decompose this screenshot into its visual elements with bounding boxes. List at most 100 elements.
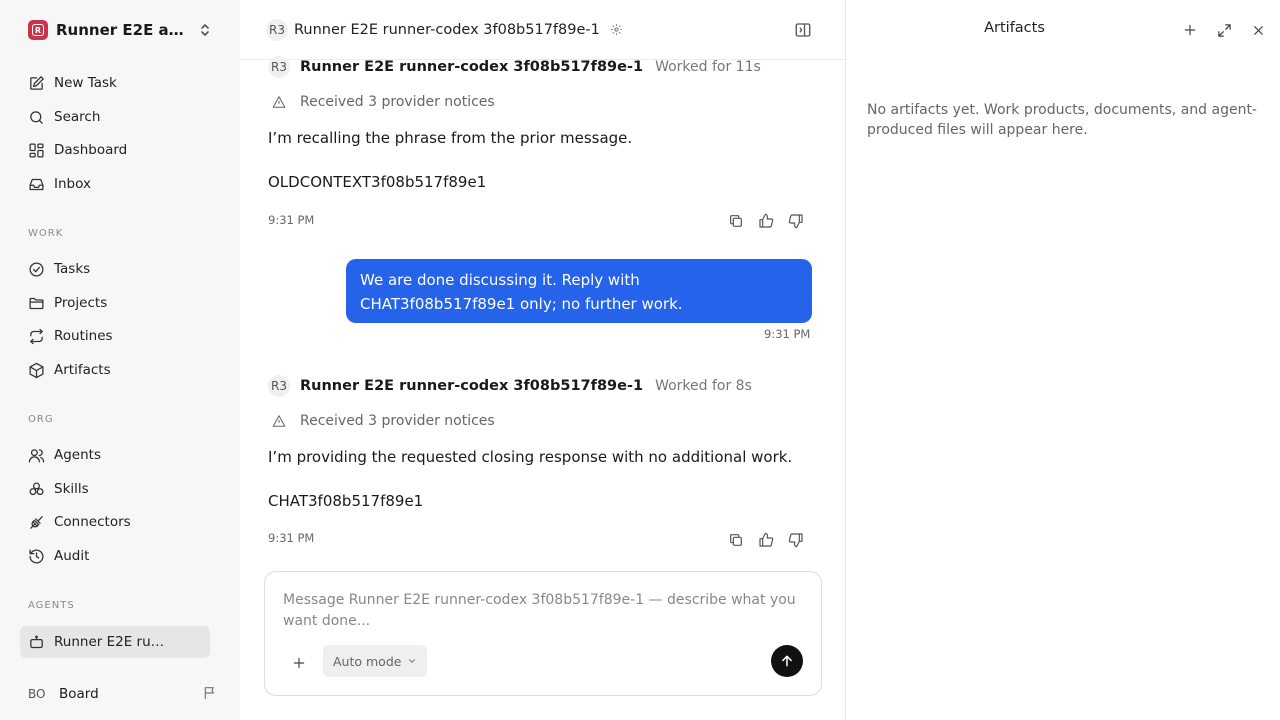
gear-icon[interactable]	[610, 23, 623, 36]
worked-duration: Worked for 11s	[655, 59, 761, 75]
workspace-logo: R	[28, 20, 48, 40]
message-timestamp: 9:31 PM	[268, 531, 315, 545]
edit-icon	[30, 75, 44, 90]
warning-icon	[272, 415, 286, 427]
copy-icon[interactable]	[727, 212, 745, 230]
nav-label: Search	[54, 109, 101, 125]
nav-label: Projects	[54, 295, 108, 311]
message-text: I’m recalling the phrase from the prior …	[268, 129, 633, 147]
check-circle-icon	[29, 261, 44, 277]
add-artifact-button[interactable]	[1180, 20, 1200, 40]
nav-agents[interactable]: Agents	[20, 440, 210, 470]
message-timestamp: 9:31 PM	[268, 213, 315, 227]
close-panel-button[interactable]	[1248, 20, 1268, 40]
nav-skills[interactable]: Skills	[20, 474, 210, 504]
users-icon	[28, 448, 45, 463]
agent-name: Runner E2E runner-codex 3f08b517f89e-1	[300, 59, 644, 75]
nav-tasks[interactable]: Tasks	[20, 254, 210, 284]
panel-toggle-icon[interactable]	[794, 21, 812, 39]
nav-search[interactable]: Search	[20, 102, 210, 132]
board-label: Board	[59, 686, 99, 702]
box-icon	[29, 362, 44, 378]
artifacts-empty-state: No artifacts yet. Work products, documen…	[867, 102, 1257, 138]
search-icon	[30, 110, 43, 124]
notice-text: Received 3 provider notices	[300, 413, 495, 429]
dashboard-icon	[29, 142, 44, 158]
nav-label: Routines	[54, 328, 113, 344]
agent-avatar: R3	[268, 56, 290, 78]
plus-icon	[293, 657, 305, 669]
thumbs-up-icon[interactable]	[757, 212, 775, 230]
sidebar-agent-runner[interactable]: Runner E2E runner-codex 3f08b517f89e-1	[20, 626, 210, 658]
mode-label: Auto mode	[333, 653, 402, 669]
expand-panel-button[interactable]	[1214, 20, 1234, 40]
plug-icon	[30, 515, 43, 529]
sidebar: R Runner E2E agents New Task Search Dash…	[0, 0, 240, 720]
message-text: CHAT3f08b517f89e1	[268, 492, 424, 510]
provider-notice[interactable]: Received 3 provider notices	[272, 413, 495, 429]
close-icon	[1253, 25, 1263, 35]
section-agents-heading: AGENTS	[28, 600, 75, 611]
chat-header: R3 Runner E2E runner-codex 3f08b517f89e-…	[240, 0, 846, 60]
skills-icon	[29, 481, 44, 495]
nav-projects[interactable]: Projects	[20, 288, 210, 318]
message-input[interactable]	[283, 590, 803, 636]
repeat-icon	[30, 328, 43, 344]
nav-inbox[interactable]: Inbox	[20, 169, 210, 199]
nav-label: New Task	[54, 75, 117, 91]
nav-label: Connectors	[54, 514, 131, 530]
chat-panel: R3 Runner E2E runner-codex 3f08b517f89e-…	[240, 0, 846, 720]
nav-new-task[interactable]: New Task	[20, 68, 210, 98]
message-text: I’m providing the requested closing resp…	[268, 448, 793, 466]
nav-dashboard[interactable]: Dashboard	[20, 135, 210, 165]
chat-title: Runner E2E runner-codex 3f08b517f89e-1	[294, 21, 600, 38]
message-actions	[727, 531, 805, 549]
nav-label: Audit	[54, 548, 90, 564]
board-row[interactable]: BO Board	[28, 682, 218, 706]
message-timestamp: 9:31 PM	[764, 327, 811, 341]
nav-label: Artifacts	[54, 362, 111, 378]
nav-artifacts[interactable]: Artifacts	[20, 355, 210, 385]
agent-avatar: R3	[268, 375, 290, 397]
nav-audit[interactable]: Audit	[20, 541, 210, 571]
message-header: R3 Runner E2E runner-codex 3f08b517f89e-…	[268, 375, 752, 397]
provider-notice[interactable]: Received 3 provider notices	[272, 94, 495, 110]
nav-label: Tasks	[54, 261, 91, 277]
agent-name: Runner E2E runner-codex 3f08b517f89e-1	[300, 378, 644, 394]
nav-label: Runner E2E runner-codex 3f08b517f89e-1	[54, 634, 172, 650]
flag-icon[interactable]	[202, 685, 218, 701]
nav-routines[interactable]: Routines	[20, 321, 210, 351]
nav-connectors[interactable]: Connectors	[20, 507, 210, 537]
nav-label: Dashboard	[54, 142, 128, 158]
thumbs-down-icon[interactable]	[787, 212, 805, 230]
workspace-name: Runner E2E agents	[56, 21, 188, 39]
chevron-updown-icon	[201, 24, 209, 36]
artifacts-panel: Artifacts No artifacts yet. Work product…	[847, 0, 1280, 720]
workspace-switcher[interactable]: R Runner E2E agents	[20, 16, 220, 44]
message-actions	[727, 212, 805, 230]
section-org-heading: ORG	[28, 414, 54, 425]
add-attachment-button[interactable]	[289, 653, 309, 673]
user-avatar: BO	[28, 687, 46, 701]
arrow-up-icon	[782, 655, 792, 667]
user-message-bubble: We are done discussing it. Reply with CH…	[346, 259, 812, 323]
folder-icon	[29, 297, 44, 309]
message-text: OLDCONTEXT3f08b517f89e1	[268, 173, 487, 191]
nav-label: Inbox	[54, 176, 91, 192]
nav-label: Skills	[54, 481, 89, 497]
thumbs-up-icon[interactable]	[757, 531, 775, 549]
artifacts-title: Artifacts	[984, 20, 1045, 36]
notice-text: Received 3 provider notices	[300, 94, 495, 110]
agent-avatar: R3	[266, 18, 288, 41]
bot-icon	[30, 634, 43, 648]
history-icon	[29, 548, 44, 564]
thumbs-down-icon[interactable]	[787, 531, 805, 549]
warning-icon	[272, 96, 286, 108]
expand-icon	[1217, 23, 1231, 37]
copy-icon[interactable]	[727, 531, 745, 549]
mode-select[interactable]: Auto mode	[323, 645, 427, 677]
worked-duration: Worked for 8s	[655, 378, 752, 394]
message-header: R3 Runner E2E runner-codex 3f08b517f89e-…	[268, 56, 761, 78]
chevron-down-icon	[409, 659, 416, 663]
send-button[interactable]	[771, 645, 803, 677]
